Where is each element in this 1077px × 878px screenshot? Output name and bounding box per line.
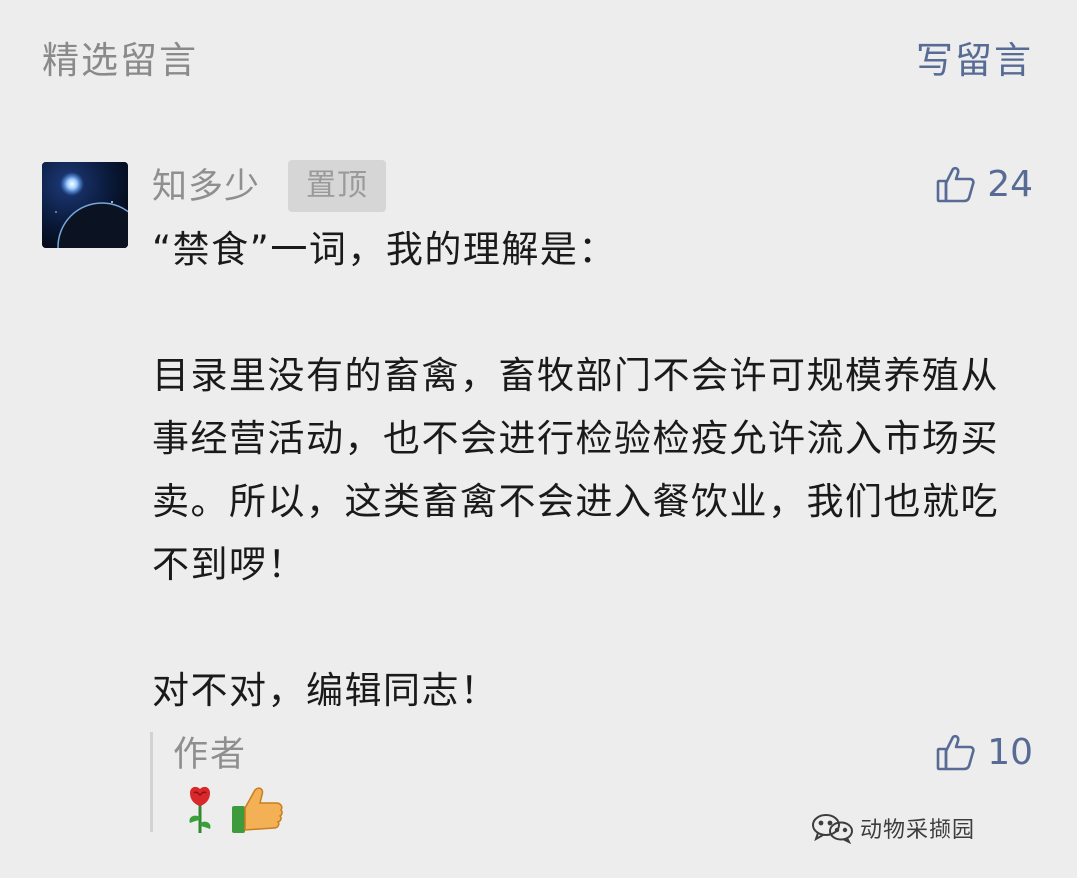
reply-like-count: 10 <box>987 731 1033 773</box>
comment-like-button[interactable]: 24 <box>935 160 1033 208</box>
thumbs-up-outline-icon <box>935 731 977 773</box>
reply-divider <box>150 732 153 832</box>
thumbs-up-emoji-icon <box>230 784 284 836</box>
comment-text: “禁食”一词，我的理解是： 目录里没有的畜禽，畜牧部门不会许可规模养殖从事经营活… <box>152 228 999 712</box>
rose-emoji-icon <box>180 785 220 835</box>
thumbs-up-outline-icon <box>935 163 977 205</box>
reply-author: 作者 <box>173 735 248 775</box>
comment-author[interactable]: 知多少 <box>152 158 260 209</box>
reply-like-button[interactable]: 10 <box>935 728 1033 776</box>
watermark: 动物采撷园 <box>810 812 975 844</box>
section-title: 精选留言 <box>42 39 198 82</box>
comments-page: 精选留言 写留言 知多少 置顶 24 “禁食”一词，我的理解是： 目录里没有的畜… <box>0 0 1077 878</box>
reply-content <box>180 784 284 836</box>
comment-like-count: 24 <box>987 163 1033 205</box>
watermark-text: 动物采撷园 <box>860 818 976 843</box>
pinned-badge: 置顶 <box>288 160 386 212</box>
avatar[interactable] <box>42 162 128 248</box>
write-comment-button[interactable]: 写留言 <box>916 30 1033 84</box>
wechat-logo-icon <box>810 812 854 844</box>
